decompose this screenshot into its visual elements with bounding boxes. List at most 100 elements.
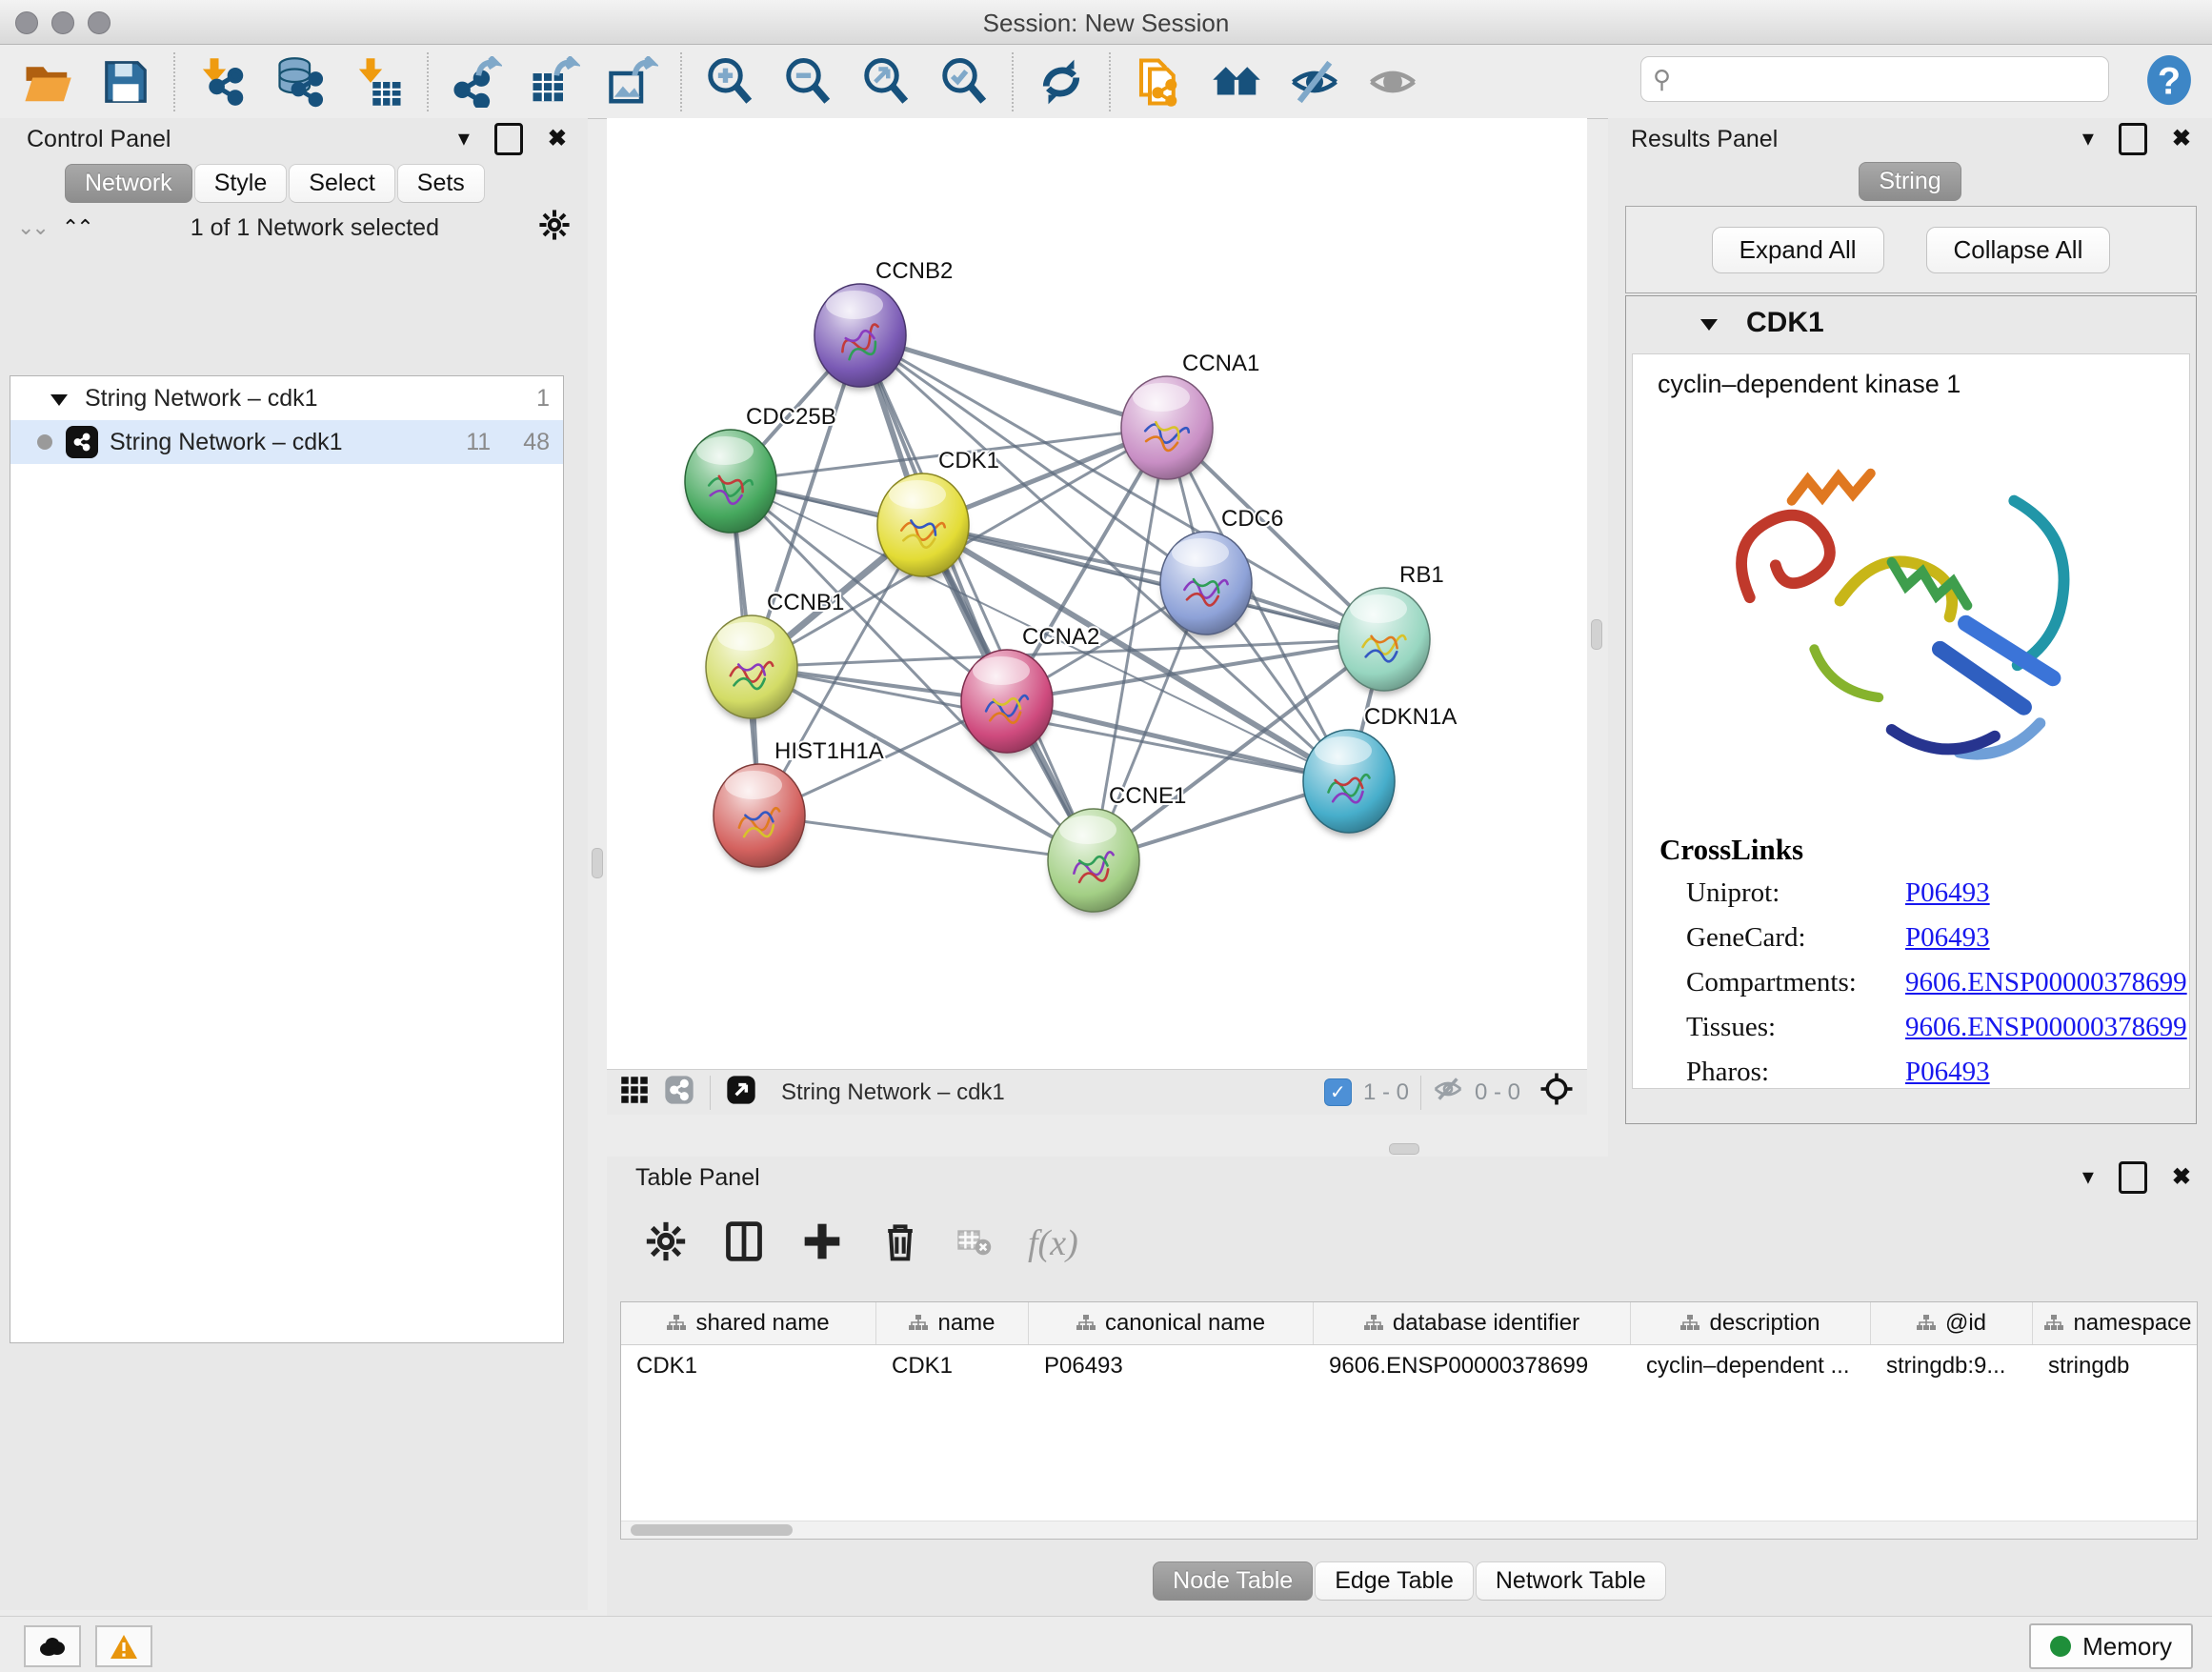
bottom-splitter-grip[interactable] [1389,1143,1419,1155]
expand-all-button[interactable]: Expand All [1712,227,1884,273]
help-icon[interactable]: ? [2145,54,2193,104]
protein-structure-image [1633,399,2189,823]
collapse-table-icon[interactable]: ▾ [2082,1166,2094,1189]
float-results-icon[interactable] [2119,123,2147,155]
close-table-icon[interactable]: ✖ [2172,1166,2191,1189]
node-CCNB2[interactable]: CCNB2 [814,258,953,391]
node-label-CDC25B: CDC25B [746,404,836,430]
node-table[interactable]: shared name name canonical name database… [620,1301,2198,1540]
collapse-panel-icon[interactable]: ▾ [458,128,470,151]
float-table-icon[interactable] [2119,1161,2147,1194]
column-header-shared-name[interactable]: shared name [621,1302,876,1344]
import-network-file-icon[interactable] [196,55,250,109]
search-input[interactable] [1671,65,2108,93]
table-options-gear-icon[interactable] [645,1220,687,1267]
expand-all-networks-icon[interactable]: ⌃⌃ [62,215,91,240]
clone-network-icon[interactable] [1132,55,1185,109]
show-all-icon[interactable] [1366,55,1419,109]
node-RB1[interactable]: RB1 [1338,562,1444,695]
collapse-all-networks-icon[interactable]: ⌄⌄ [17,215,47,240]
import-network-database-icon[interactable] [274,55,328,109]
delete-column-trash-icon[interactable] [879,1220,921,1267]
collection-expander-icon[interactable] [50,394,68,406]
apply-layout-icon[interactable] [1035,55,1088,109]
column-header-canonical-name[interactable]: canonical name [1029,1302,1314,1344]
zoom-out-icon[interactable] [781,55,835,109]
tab-node-table[interactable]: Node Table [1153,1561,1313,1601]
node-label-CDC6: CDC6 [1221,506,1283,532]
export-image-icon[interactable] [606,55,659,109]
collapse-results-icon[interactable]: ▾ [2082,128,2094,151]
network-options-gear-icon[interactable] [538,209,571,248]
network-canvas[interactable]: CCNB2 CCNA1 CDC25B CDK1 CDC6 RB1 [607,118,1587,1069]
current-network-title: String Network – cdk1 [781,1079,1005,1106]
crosslink-link[interactable]: P06493 [1905,1057,1990,1088]
network-collection-row[interactable]: String Network – cdk1 1 [10,376,563,420]
add-column-icon[interactable] [801,1220,843,1267]
cell-canonical-name[interactable]: P06493 [1029,1345,1314,1387]
cell-namespace[interactable]: stringdb [2033,1345,2198,1387]
tab-select[interactable]: Select [289,164,394,203]
hidden-count: 0 - 0 [1475,1079,1520,1106]
edge-CCNB2-CCNE1[interactable] [860,335,1094,860]
network-row[interactable]: String Network – cdk1 11 48 [10,420,563,464]
crosslink-link[interactable]: 9606.ENSP00000378699 [1905,967,2187,998]
warning-status-button[interactable] [95,1625,152,1667]
close-results-icon[interactable]: ✖ [2172,128,2191,151]
edge-CCNB2-CCNA1[interactable] [860,335,1167,428]
node-HIST1H1A[interactable]: HIST1H1A [714,738,884,871]
collapse-all-button[interactable]: Collapse All [1926,227,2111,273]
zoom-selected-icon[interactable] [937,55,991,109]
crosslink-link[interactable]: P06493 [1905,922,1990,954]
crosslink-row: Uniprot: P06493 [1633,871,2189,916]
export-table-icon[interactable] [528,55,581,109]
edge-CCNA2-CDKN1A[interactable] [1007,701,1349,781]
scrollbar-thumb[interactable] [631,1524,793,1536]
column-header-database-identifier[interactable]: database identifier [1314,1302,1631,1344]
table-horizontal-scrollbar[interactable] [621,1521,2197,1539]
close-panel-icon[interactable]: ✖ [548,128,567,151]
entry-expander-icon[interactable] [1700,319,1718,331]
selected-checkbox-icon[interactable]: ✓ [1324,1078,1352,1106]
tab-network[interactable]: Network [65,164,192,203]
save-session-icon[interactable] [99,55,152,109]
column-header--id[interactable]: @id [1871,1302,2033,1344]
tab-sets[interactable]: Sets [397,164,485,203]
column-header-name[interactable]: name [876,1302,1029,1344]
cell-description[interactable]: cyclin–dependent ... [1631,1345,1871,1387]
edge-HIST1H1A-CCNE1[interactable] [759,816,1094,860]
zoom-in-icon[interactable] [703,55,756,109]
node-CCNA1[interactable]: CCNA1 [1121,351,1259,483]
grid-view-icon[interactable] [620,1076,649,1109]
cell-name[interactable]: CDK1 [876,1345,1029,1387]
crosslink-row: Pharos: P06493 [1633,1050,2189,1089]
tab-network-table[interactable]: Network Table [1476,1561,1666,1601]
export-network-icon[interactable] [450,55,503,109]
network-share-view-icon[interactable] [664,1075,694,1110]
left-splitter-grip[interactable] [592,848,603,878]
zoom-fit-icon[interactable] [859,55,913,109]
crosslink-link[interactable]: P06493 [1905,877,1990,909]
show-columns-icon[interactable] [723,1220,765,1267]
right-splitter-grip[interactable] [1591,619,1602,650]
cloud-status-button[interactable] [24,1625,81,1667]
birds-eye-view-icon[interactable] [726,1075,756,1110]
cell-shared-name[interactable]: CDK1 [621,1345,876,1387]
node-CDKN1A[interactable]: CDKN1A [1303,704,1457,836]
tab-style[interactable]: Style [194,164,288,203]
first-neighbors-icon[interactable] [1210,55,1263,109]
open-session-icon[interactable] [21,55,74,109]
column-header-namespace[interactable]: namespace [2033,1302,2198,1344]
float-panel-icon[interactable] [494,123,523,155]
search-box[interactable]: ⚲︎ [1640,56,2109,102]
import-table-file-icon[interactable] [352,55,406,109]
cell-database-identifier[interactable]: 9606.ENSP00000378699 [1314,1345,1631,1387]
fit-crosshair-icon[interactable] [1539,1072,1574,1113]
memory-button[interactable]: Memory [2029,1623,2193,1669]
tab-edge-table[interactable]: Edge Table [1315,1561,1474,1601]
hide-selected-icon[interactable] [1288,55,1341,109]
crosslink-link[interactable]: 9606.ENSP00000378699 [1905,1012,2187,1043]
tab-string[interactable]: String [1859,162,1961,201]
cell--id[interactable]: stringdb:9... [1871,1345,2033,1387]
column-header-description[interactable]: description [1631,1302,1871,1344]
